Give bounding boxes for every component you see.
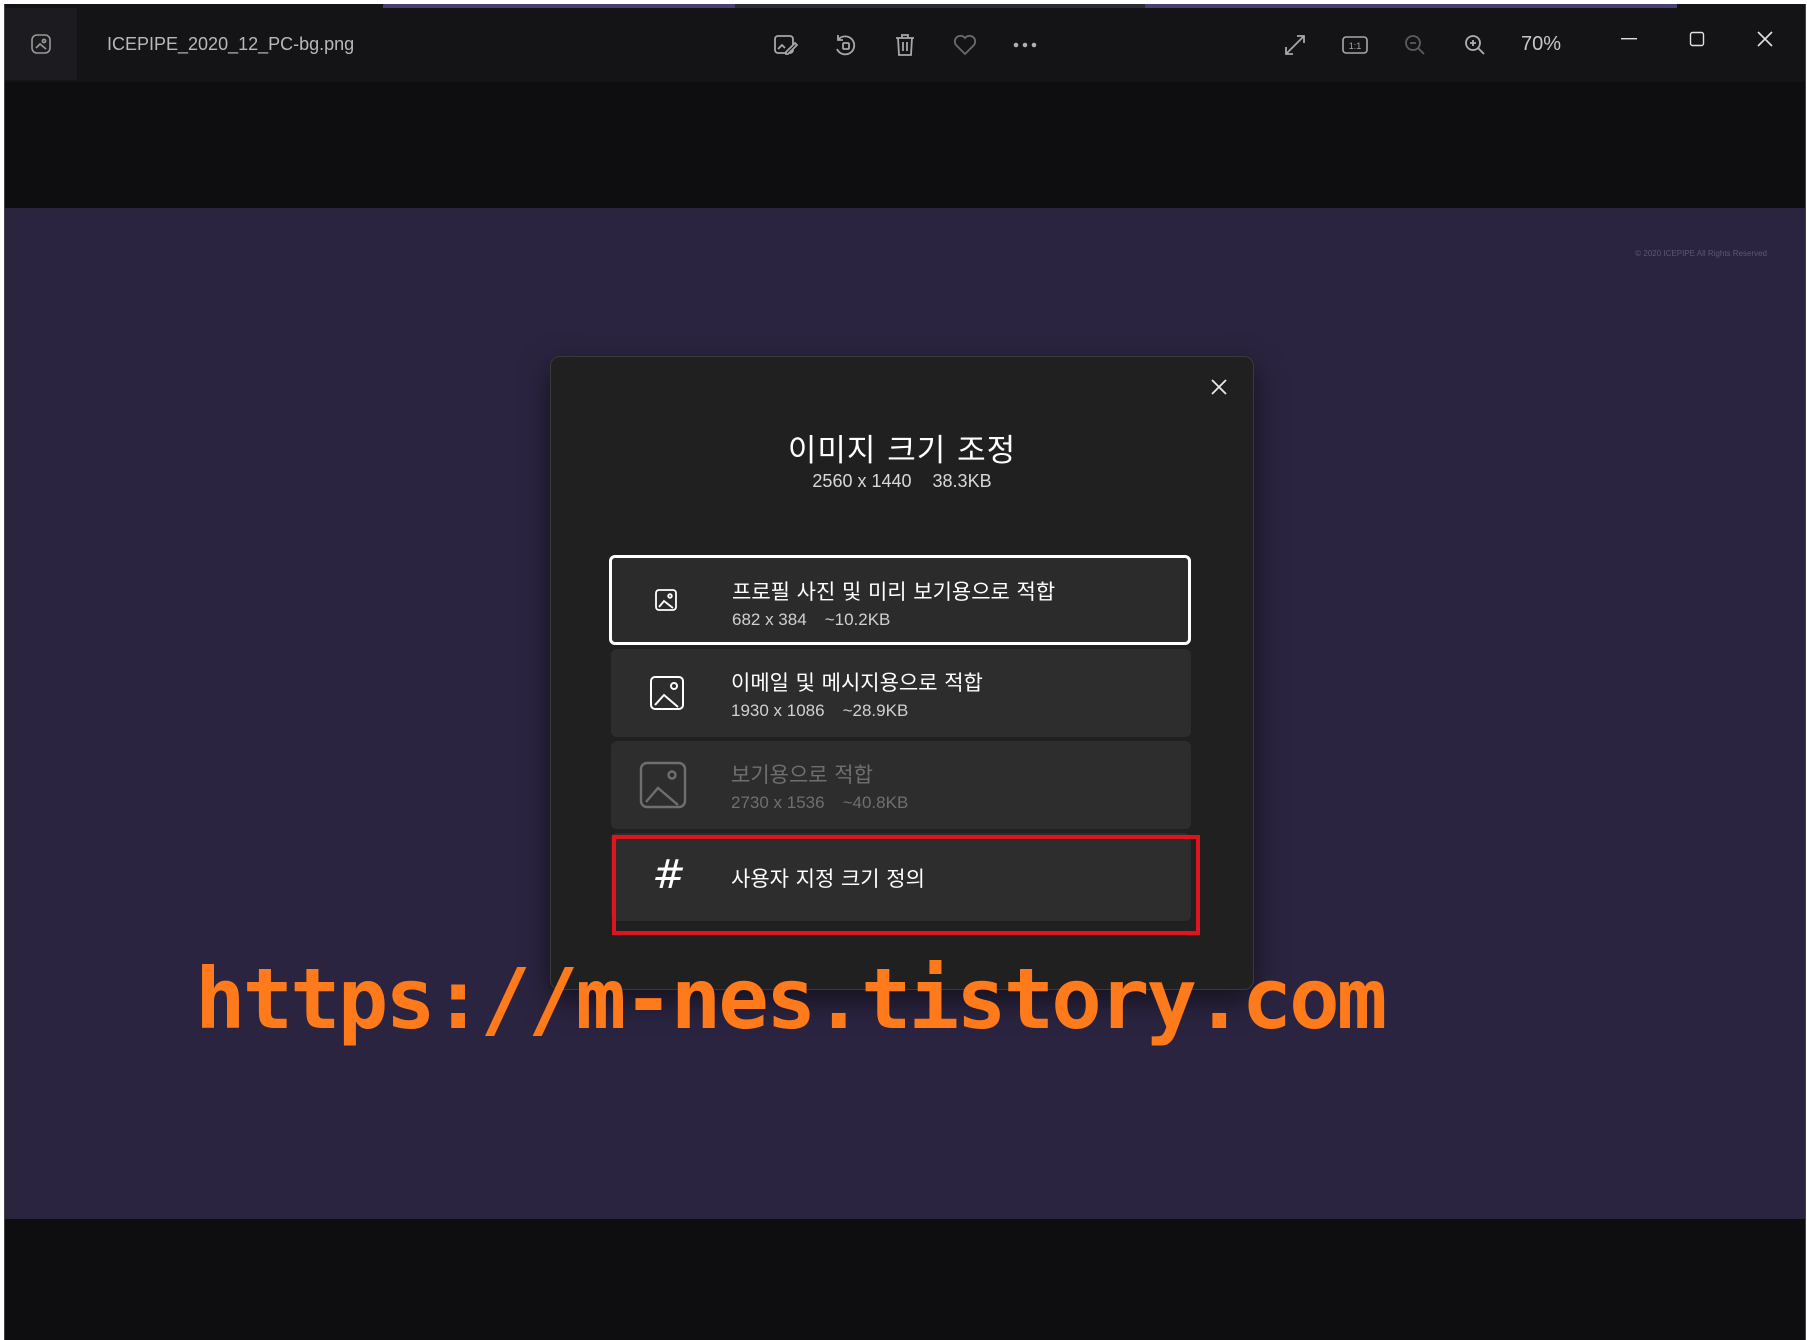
dialog-close-icon[interactable] [1203,371,1235,403]
resize-option-title: 이메일 및 메시지용으로 적합 [731,671,983,695]
dialog-original-info: 2560 x 1440 38.3KB [551,471,1253,492]
small-image-icon [642,576,690,624]
zoom-out-icon[interactable] [1400,30,1430,60]
medium-image-icon [643,669,691,717]
resize-option-size: ~28.9KB [842,701,909,720]
resize-option-dimensions: 1930 x 1086 [731,701,825,720]
file-name: ICEPIPE_2020_12_PC-bg.png [107,34,355,54]
photos-app-icon [5,8,77,80]
resize-option-details: 1930 x 1086 ~28.9KB [731,701,908,721]
resize-image-dialog: 이미지 크기 조정 2560 x 1440 38.3KB 프로필 사진 및 미리… [550,356,1254,990]
minimize-icon[interactable] [1609,24,1649,54]
resize-option-size: ~10.2KB [824,610,891,629]
resize-option-details: 2730 x 1536 ~40.8KB [731,793,908,813]
close-window-icon[interactable] [1745,24,1785,54]
hash-icon: # [652,852,686,898]
title-bar: ICEPIPE_2020_12_PC-bg.png 1:1 70% [5,8,1805,82]
resize-option-title: 사용자 지정 크기 정의 [731,867,925,891]
maximize-icon[interactable] [1677,24,1717,54]
resize-option-title: 보기용으로 적합 [731,763,873,787]
watermark-url: https://m-nes.tistory.com [195,950,1387,1048]
zoom-level[interactable]: 70% [1521,33,1561,56]
actual-size-icon[interactable]: 1:1 [1340,30,1370,60]
image-top-letterbox [5,82,1805,208]
resize-option-custom[interactable]: # 사용자 지정 크기 정의 [611,833,1191,921]
zoom-in-icon[interactable] [1460,30,1490,60]
edit-image-icon[interactable] [770,30,800,60]
large-image-icon [637,759,689,811]
more-options-icon[interactable] [1010,30,1040,60]
delete-icon[interactable] [890,30,920,60]
image-copyright-text: © 2020 ICEPIPE All Rights Reserved [1635,249,1767,258]
image-bottom-letterbox [5,1219,1805,1340]
resize-option-dimensions: 2730 x 1536 [731,793,825,812]
resize-option-medium[interactable]: 이메일 및 메시지용으로 적합 1930 x 1086 ~28.9KB [611,649,1191,737]
resize-option-details: 682 x 384 ~10.2KB [732,610,890,630]
resize-option-dimensions: 682 x 384 [732,610,807,629]
resize-option-small[interactable]: 프로필 사진 및 미리 보기용으로 적합 682 x 384 ~10.2KB [609,555,1191,645]
original-file-size: 38.3KB [932,471,992,491]
resize-option-large: 보기용으로 적합 2730 x 1536 ~40.8KB [611,741,1191,829]
dialog-title: 이미지 크기 조정 [787,433,1017,469]
actual-size-label: 1:1 [1349,41,1362,51]
rotate-icon[interactable] [830,30,860,60]
original-dimensions: 2560 x 1440 [812,471,912,491]
resize-option-title: 프로필 사진 및 미리 보기용으로 적합 [732,580,1056,604]
resize-option-size: ~40.8KB [842,793,909,812]
fullscreen-icon[interactable] [1280,30,1310,60]
favorite-heart-icon[interactable] [950,30,980,60]
